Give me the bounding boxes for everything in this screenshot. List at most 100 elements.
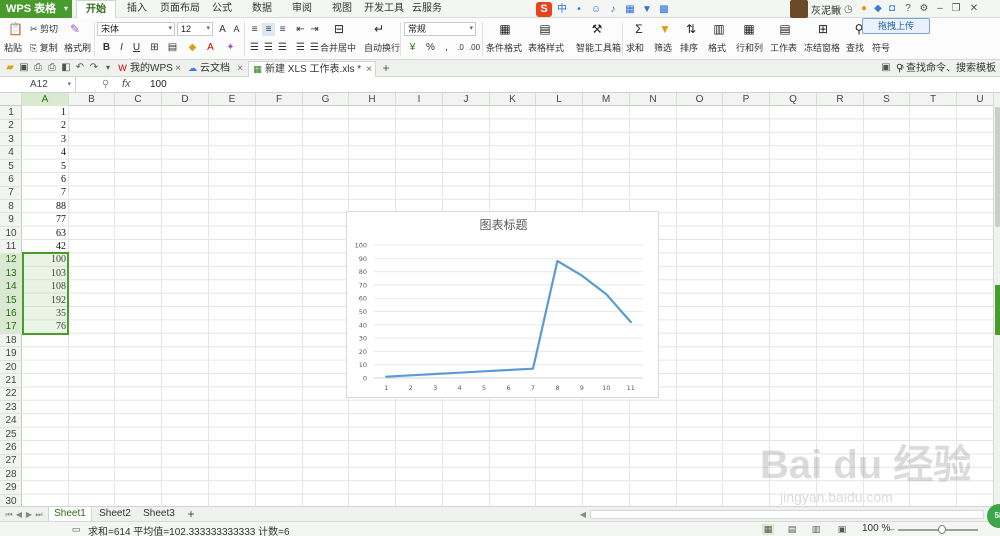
row-header[interactable]: 29 xyxy=(0,481,22,495)
row-header[interactable]: 25 xyxy=(0,428,22,442)
row-header[interactable]: 10 xyxy=(0,227,22,241)
doc-tab-cloud-docs[interactable]: ☁ 云文档 × xyxy=(184,61,246,77)
tab-developer[interactable]: 开发工具 xyxy=(364,0,404,18)
filter-icon[interactable]: ▼ xyxy=(658,22,672,36)
tab-review[interactable]: 审阅 xyxy=(288,0,316,18)
column-header[interactable]: R xyxy=(817,93,864,106)
align-center-icon[interactable]: ☰ xyxy=(262,41,275,54)
number-format-select[interactable]: 常规 ▾ xyxy=(404,22,476,36)
sort-icon[interactable]: ⇅ xyxy=(684,22,698,36)
column-header[interactable]: B xyxy=(69,93,115,106)
line-chart[interactable]: 图表标题 0 10 20 30 40 50 60 70 80 90 100 1 2 3 4 5 6 7 8 9 10 11 xyxy=(346,211,659,398)
cell-a10[interactable]: 63 xyxy=(22,227,69,241)
app-menu-button[interactable]: WPS 表格 ▾ xyxy=(0,0,72,18)
close-icon[interactable]: ✕ xyxy=(968,3,980,15)
tab-cloud[interactable]: 云服务 xyxy=(410,0,444,18)
cell-a13[interactable]: 103 xyxy=(22,267,69,281)
column-header[interactable]: J xyxy=(443,93,490,106)
cell-a9[interactable]: 77 xyxy=(22,213,69,227)
cut-button[interactable]: ✂ 剪切 xyxy=(30,22,58,35)
column-header[interactable]: E xyxy=(209,93,256,106)
column-header[interactable]: U xyxy=(957,93,993,106)
worksheet-button[interactable]: 工作表 xyxy=(770,41,797,54)
smart-toolbox-button[interactable]: 智能工具箱 xyxy=(576,41,621,54)
row-header[interactable]: 12 xyxy=(0,253,22,267)
find-button[interactable]: 查找 xyxy=(846,41,864,54)
row-header[interactable]: 7 xyxy=(0,186,22,200)
freeze-panes-button[interactable]: 冻结窗格 xyxy=(804,41,840,54)
tab-insert[interactable]: 插入 xyxy=(122,0,152,18)
first-sheet-icon[interactable]: ⏮ xyxy=(4,509,14,520)
font-shrink-icon[interactable]: A xyxy=(230,23,243,36)
align-bottom-icon[interactable]: ≡ xyxy=(276,23,289,36)
row-header[interactable]: 3 xyxy=(0,133,22,147)
worksheet-icon[interactable]: ▤ xyxy=(778,22,792,36)
print-icon[interactable]: ⎙ xyxy=(46,62,58,74)
column-header[interactable]: D xyxy=(162,93,209,106)
skin-theme-icon[interactable]: ● xyxy=(858,3,870,15)
thousands-icon[interactable]: , xyxy=(440,41,453,54)
format-icon[interactable]: ▥ xyxy=(712,22,726,36)
cell-a6[interactable]: 6 xyxy=(22,173,69,187)
emoji-icon[interactable]: ☺ xyxy=(589,3,603,16)
next-sheet-icon[interactable]: ▶ xyxy=(24,509,34,520)
restore-icon[interactable]: ❐ xyxy=(950,3,962,15)
horizontal-scrollbar[interactable] xyxy=(590,510,984,519)
decimal-decrease-icon[interactable]: .00 xyxy=(468,41,481,54)
row-header[interactable]: 17 xyxy=(0,320,22,334)
wrap-text-icon[interactable]: ↵ xyxy=(372,22,386,36)
undo-icon[interactable]: ↶ xyxy=(74,62,86,74)
font-color-icon[interactable]: A xyxy=(204,41,217,54)
underline-icon[interactable]: U xyxy=(130,41,143,54)
chinese-mode-icon[interactable]: 中 xyxy=(555,3,569,16)
align-top-icon[interactable]: ≡ xyxy=(248,23,261,36)
microphone-icon[interactable]: ♪ xyxy=(606,3,620,16)
zoom-slider-knob[interactable] xyxy=(938,525,946,534)
tab-formulas[interactable]: 公式 xyxy=(208,0,236,18)
conditional-format-icon[interactable]: ▦ xyxy=(498,22,512,36)
font-grow-icon[interactable]: A xyxy=(216,23,229,36)
sogou-ime-icon[interactable]: S xyxy=(536,1,552,17)
skin-icon[interactable]: ▼ xyxy=(640,3,654,16)
sheet-tab-2[interactable]: Sheet2 xyxy=(94,507,136,522)
punctuation-icon[interactable]: • xyxy=(572,3,586,16)
border-icon[interactable]: ⊞ xyxy=(148,41,161,54)
grid-tools-icon[interactable]: ▩ xyxy=(657,3,671,16)
column-header[interactable]: M xyxy=(583,93,630,106)
share-icon[interactable]: ◘ xyxy=(886,3,898,15)
column-header[interactable]: S xyxy=(864,93,910,106)
row-header[interactable]: 20 xyxy=(0,361,22,375)
cell-a4[interactable]: 4 xyxy=(22,146,69,160)
minimize-icon[interactable]: – xyxy=(934,3,946,15)
format-painter-icon[interactable]: ✎ xyxy=(68,22,82,36)
row-header[interactable]: 19 xyxy=(0,347,22,361)
prev-sheet-icon[interactable]: ◀ xyxy=(14,509,24,520)
keyboard-icon[interactable]: ▦ xyxy=(623,3,637,16)
row-header[interactable]: 1 xyxy=(0,106,22,120)
add-sheet-icon[interactable]: + xyxy=(186,508,196,520)
row-header[interactable]: 15 xyxy=(0,293,22,308)
new-tab-icon[interactable]: + xyxy=(380,62,392,74)
tab-view[interactable]: 视图 xyxy=(328,0,356,18)
filter-button[interactable]: 筛选 xyxy=(654,41,672,54)
column-header[interactable]: K xyxy=(490,93,536,106)
tab-home[interactable]: 开始 xyxy=(76,0,116,18)
align-right-icon[interactable]: ☰ xyxy=(276,41,289,54)
sum-button[interactable]: 求和 xyxy=(626,41,644,54)
format-painter-button[interactable]: 格式刷 xyxy=(64,41,91,54)
row-header[interactable]: 16 xyxy=(0,307,22,321)
conditional-format-button[interactable]: 条件格式 xyxy=(486,41,522,54)
font-size-select[interactable]: 12 ▾ xyxy=(177,22,213,36)
cell-a15[interactable]: 192 xyxy=(22,294,69,308)
normal-view-icon[interactable]: ▦ xyxy=(762,524,774,535)
row-header[interactable]: 8 xyxy=(0,200,22,214)
chevron-down-icon[interactable]: ▾ xyxy=(102,62,114,74)
close-icon[interactable]: × xyxy=(237,61,243,76)
column-header[interactable]: L xyxy=(536,93,583,106)
cell-a11[interactable]: 42 xyxy=(22,240,69,254)
justify-icon[interactable]: ☰ xyxy=(294,41,307,54)
cell-a3[interactable]: 3 xyxy=(22,133,69,147)
align-middle-icon[interactable]: ≡ xyxy=(262,23,275,36)
align-left-icon[interactable]: ☰ xyxy=(248,41,261,54)
zoom-out-icon[interactable]: – xyxy=(886,524,898,535)
